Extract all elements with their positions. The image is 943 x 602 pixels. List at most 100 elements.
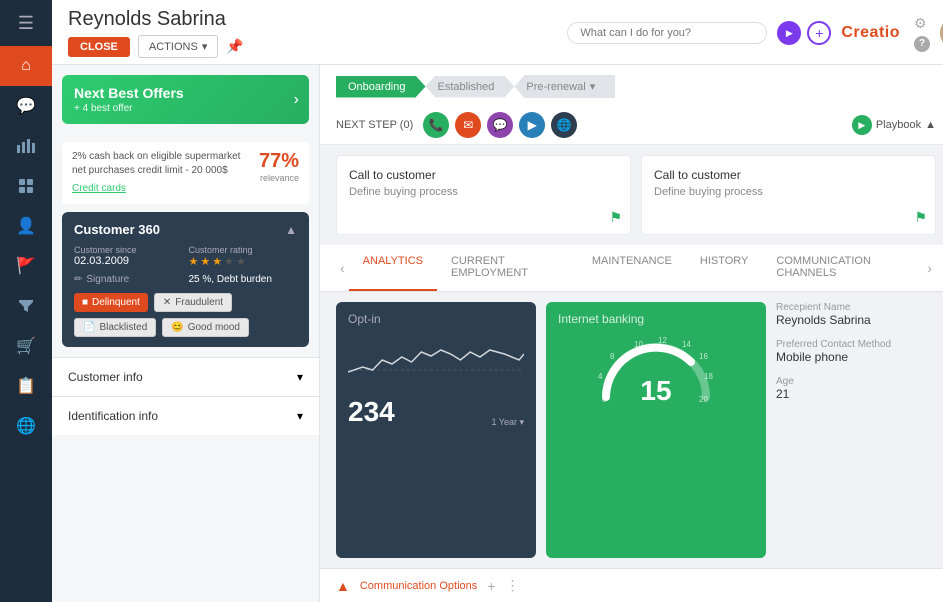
svg-text:12: 12 [658, 337, 667, 345]
svg-text:10: 10 [634, 340, 643, 349]
contact-method-field: Preferred Contact Method Mobile phone [776, 339, 936, 364]
svg-text:14: 14 [682, 340, 691, 349]
nav-globe[interactable]: 🌐 [0, 406, 52, 446]
call-card-2-subtitle: Define buying process [654, 186, 923, 198]
left-panel: Next Best Offers + 4 best offer › 2% cas… [52, 65, 320, 602]
nbo-title: Next Best Offers [74, 85, 297, 101]
add-button[interactable]: + [807, 21, 831, 45]
next-step-icons: 📞 ✉ 💬 ▶ 🌐 [423, 112, 577, 138]
nbo-card[interactable]: Next Best Offers + 4 best offer › [62, 75, 309, 124]
svg-text:8: 8 [610, 352, 615, 361]
nav-list[interactable]: 📋 [0, 366, 52, 406]
c360-since-label: Customer since [74, 245, 183, 255]
tab-analytics[interactable]: ANALYTICS [349, 245, 437, 291]
step-pre-renewal[interactable]: Pre-renewal ▾ [514, 75, 615, 98]
c360-stars: ★ ★ ★ ★ ★ [189, 255, 298, 268]
age-label: Age [776, 376, 936, 387]
tag-good-mood[interactable]: 😊 Good mood [162, 318, 249, 337]
add-comm-icon[interactable]: + [487, 578, 495, 594]
tab-prev-arrow[interactable]: ‹ [336, 260, 349, 276]
contact-label: Preferred Contact Method [776, 339, 936, 350]
ns-chat-icon[interactable]: 💬 [487, 112, 513, 138]
playbook-icon: ▶ [852, 115, 872, 135]
ns-web-icon[interactable]: 🌐 [551, 112, 577, 138]
call-card-1-title: Call to customer [349, 168, 618, 182]
recipient-value: Reynolds Sabrina [776, 313, 936, 327]
nav-home[interactable]: ⌂ [0, 46, 52, 86]
tab-communication[interactable]: COMMUNICATION CHANNELS [762, 245, 923, 291]
step-established[interactable]: Established [426, 76, 515, 98]
call-cards: Call to customer Define buying process ⚑… [320, 145, 943, 245]
tab-history[interactable]: HISTORY [686, 245, 763, 291]
accordion-identification-info[interactable]: Identification info ▾ [52, 396, 319, 435]
nav-cart[interactable]: 🛒 [0, 326, 52, 366]
tag-delinquent[interactable]: ■ Delinquent [74, 293, 148, 312]
star-2: ★ [200, 255, 210, 268]
nbo-offer-text: 2% cash back on eligible supermarket net… [72, 150, 251, 196]
more-options-icon[interactable]: ⋮ [505, 577, 519, 594]
tab-employment[interactable]: CURRENT EMPLOYMENT [437, 245, 578, 291]
playbook-button[interactable]: ▶ Playbook ▲ [852, 115, 936, 135]
process-bar: Onboarding Established Pre-renewal ▾ NEX… [320, 65, 943, 145]
nav-chat[interactable]: 💬 [0, 86, 52, 126]
ns-email-icon[interactable]: ✉ [455, 112, 481, 138]
step-onboarding[interactable]: Onboarding [336, 76, 426, 98]
search-actions: ▶ + [777, 21, 831, 45]
ns-video-icon[interactable]: ▶ [519, 112, 545, 138]
nav-analytics[interactable] [0, 126, 52, 166]
optin-value: 234 [348, 396, 395, 428]
next-step-left: NEXT STEP (0) 📞 ✉ 💬 ▶ 🌐 [336, 112, 577, 138]
nbo-link[interactable]: Credit cards [72, 182, 251, 196]
settings-icon[interactable]: ⚙ [914, 15, 930, 32]
actions-button[interactable]: ACTIONS ▾ [138, 35, 218, 58]
top-header: Reynolds Sabrina CLOSE ACTIONS ▾ 📌 ▶ + [52, 0, 943, 65]
right-content: Onboarding Established Pre-renewal ▾ NEX… [320, 65, 943, 602]
star-4: ★ [224, 255, 234, 268]
nav-profile[interactable]: 👤 [0, 206, 52, 246]
nav-grid[interactable] [0, 166, 52, 206]
nbo-offer: 2% cash back on eligible supermarket net… [62, 142, 309, 204]
call-card-1[interactable]: Call to customer Define buying process ⚑ [336, 155, 631, 235]
tab-next-arrow[interactable]: › [923, 260, 936, 276]
optin-period[interactable]: 1 Year ▾ [491, 417, 524, 428]
accordion-customer-info[interactable]: Customer info ▾ [52, 357, 319, 396]
chevron-down-icon: ▾ [202, 40, 208, 53]
svg-text:20: 20 [699, 395, 708, 404]
help-icon[interactable]: ? [914, 36, 930, 52]
ibanking-value: 15 [640, 375, 671, 407]
next-step-row: NEXT STEP (0) 📞 ✉ 💬 ▶ 🌐 ▶ Playboo [336, 106, 936, 144]
page-title: Reynolds Sabrina [68, 8, 244, 31]
tabs-list: ANALYTICS CURRENT EMPLOYMENT MAINTENANCE… [349, 245, 924, 291]
tab-maintenance[interactable]: MAINTENANCE [578, 245, 686, 291]
main-area: Reynolds Sabrina CLOSE ACTIONS ▾ 📌 ▶ + [52, 0, 943, 602]
star-3: ★ [212, 255, 222, 268]
nbo-percent: 77% [259, 150, 299, 173]
hamburger-button[interactable]: ☰ [0, 0, 52, 46]
nav-flag[interactable]: 🚩 [0, 246, 52, 286]
star-1: ★ [189, 255, 199, 268]
tag-blacklisted[interactable]: 📄 Blacklisted [74, 318, 156, 337]
communication-options-link[interactable]: Communication Options [360, 580, 477, 592]
c360-tags: ■ Delinquent ✕ Fraudulent 📄 Blacklisted [74, 293, 297, 337]
flag-icon-2: ⚑ [914, 209, 927, 226]
pin-icon[interactable]: 📌 [226, 38, 243, 55]
search-box[interactable] [567, 22, 767, 44]
tabs-bar: ‹ ANALYTICS CURRENT EMPLOYMENT MAINTENAN… [320, 245, 943, 292]
c360-body: Customer since 02.03.2009 Customer ratin… [74, 245, 297, 268]
accordion-identification-label: Identification info [68, 409, 158, 423]
play-button[interactable]: ▶ [777, 21, 801, 45]
header-right: ▶ + Creatio ⚙ ? [567, 15, 943, 52]
delinquent-icon: ■ [82, 297, 88, 308]
tag-fraudulent[interactable]: ✕ Fraudulent [154, 293, 232, 312]
c360-collapse-icon[interactable]: ▲ [285, 223, 297, 237]
svg-text:4: 4 [598, 372, 603, 381]
call-card-2[interactable]: Call to customer Define buying process ⚑ [641, 155, 936, 235]
recipient-field: Recepient Name Reynolds Sabrina [776, 302, 936, 327]
search-input[interactable] [580, 27, 720, 39]
close-button[interactable]: CLOSE [68, 37, 130, 57]
chevron-down-icon-2: ▾ [297, 409, 303, 423]
nbo-relevance-label: relevance [259, 173, 299, 183]
c360-signature: ✏ Signature [74, 274, 183, 285]
nav-filter[interactable] [0, 286, 52, 326]
ns-phone-icon[interactable]: 📞 [423, 112, 449, 138]
